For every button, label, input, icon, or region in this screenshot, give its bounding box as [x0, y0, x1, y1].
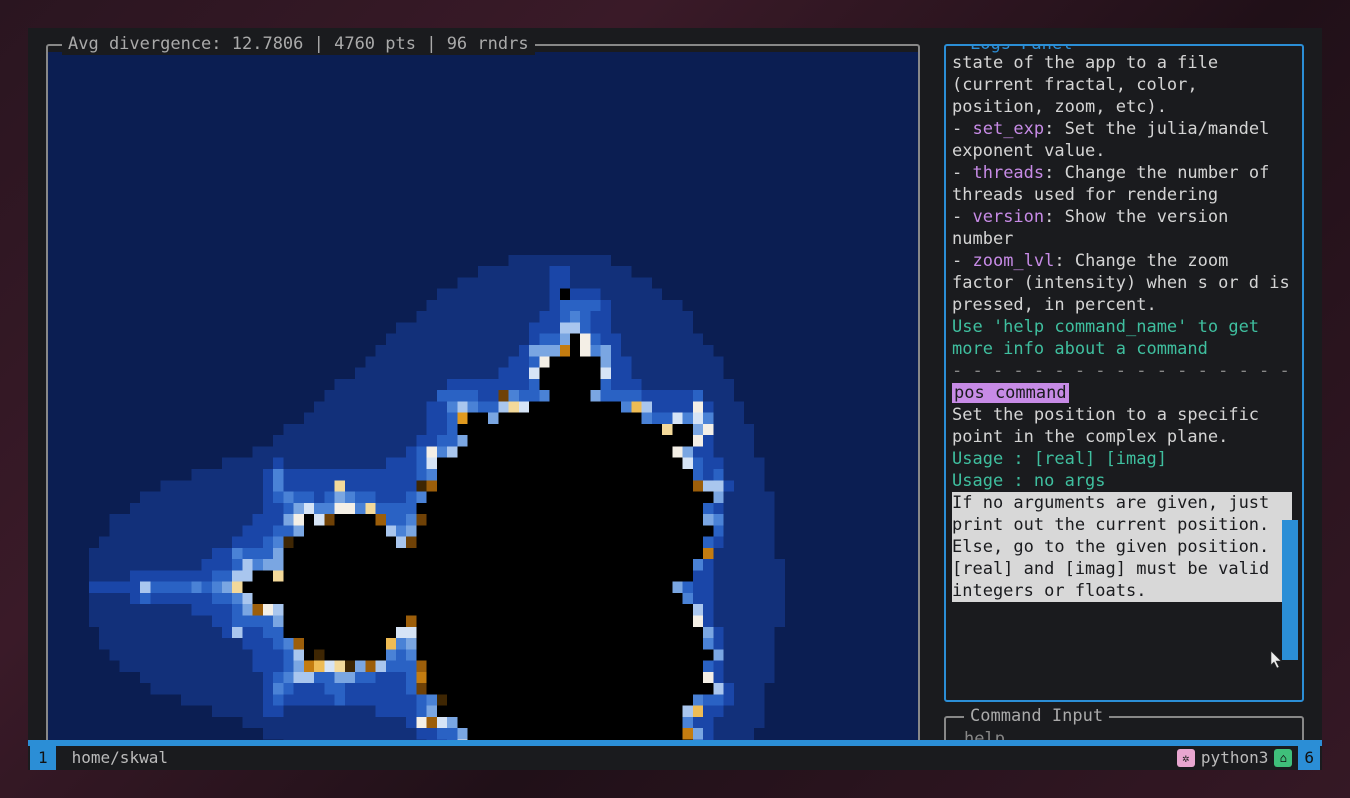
logs-body[interactable]: state of the app to a file (current frac…	[952, 52, 1292, 694]
main-area: Avg divergence: 12.7806 | 4760 pts | 96 …	[28, 28, 1322, 770]
terminal-icon: ⌂	[1274, 749, 1292, 767]
fractal-stats-header: Avg divergence: 12.7806 | 4760 pts | 96 …	[62, 33, 535, 55]
accessibility-icon: ✲	[1177, 749, 1195, 767]
statusbar-right: ✲ python3 ⌂ 6	[1177, 746, 1322, 770]
logs-panel-title: Logs Panel	[964, 44, 1078, 55]
fractal-column: Avg divergence: 12.7806 | 4760 pts | 96 …	[46, 44, 920, 764]
statusbar-left: 1 home/skwal	[28, 746, 172, 770]
workspace-badge[interactable]: 1	[30, 746, 56, 770]
terminal-window: Avg divergence: 12.7806 | 4760 pts | 96 …	[28, 28, 1322, 770]
statusbar-path: home/skwal	[68, 747, 172, 769]
command-input-title: Command Input	[964, 705, 1109, 727]
fractal-canvas[interactable]	[48, 52, 918, 762]
fractal-panel: Avg divergence: 12.7806 | 4760 pts | 96 …	[46, 44, 920, 764]
logs-panel: Logs Panel state of the app to a file (c…	[944, 44, 1304, 702]
tmux-statusbar: 1 home/skwal ✲ python3 ⌂ 6	[28, 740, 1322, 770]
right-column: Logs Panel state of the app to a file (c…	[944, 44, 1304, 764]
statusbar-process: python3	[1201, 747, 1268, 769]
statusbar-number: 6	[1298, 746, 1320, 770]
logs-scrollbar[interactable]	[1282, 520, 1298, 660]
